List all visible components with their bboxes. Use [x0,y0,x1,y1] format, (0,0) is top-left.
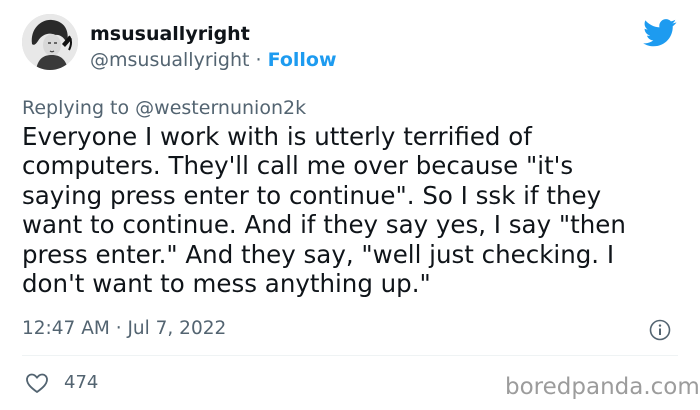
replying-to-mention[interactable]: @westernunion2k [135,97,306,119]
replying-to-line: Replying to @westernunion2k [22,96,306,120]
heart-icon[interactable] [25,372,49,394]
separator-dot: · [255,49,262,71]
follow-button[interactable]: Follow [268,49,337,71]
watermark: boredpanda.com [505,374,700,400]
handle-row: @msusuallyright · Follow [90,48,337,72]
avatar-image [22,14,78,70]
tweet-timestamp[interactable]: 12:47 AM · Jul 7, 2022 [22,317,226,341]
avatar[interactable] [22,14,78,70]
divider [22,355,678,356]
display-name[interactable]: msusuallyright [90,22,250,46]
like-count: 474 [64,372,99,393]
twitter-bird-icon[interactable] [643,19,677,47]
replying-to-label: Replying to [22,97,130,119]
user-handle[interactable]: @msusuallyright [90,49,249,71]
tweet-text: Everyone I work with is utterly terrifie… [22,122,626,299]
info-icon[interactable] [649,319,671,341]
